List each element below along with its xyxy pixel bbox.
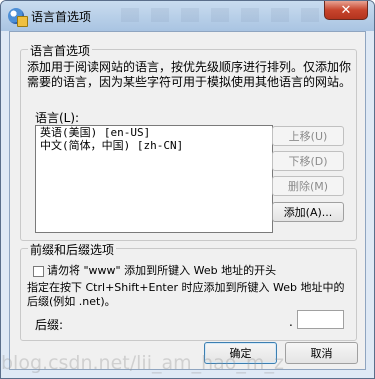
prefix-suffix-group: 前缀和后缀选项 请勿将 "www" 添加到所键入 Web 地址的开头 指定在按下…: [20, 241, 357, 341]
no-www-checkbox[interactable]: [33, 266, 44, 277]
no-www-checkbox-label[interactable]: 请勿将 "www" 添加到所键入 Web 地址的开头: [47, 263, 352, 278]
list-item[interactable]: 英语(美国) [en-US]: [36, 126, 272, 139]
ok-button[interactable]: 确定: [204, 342, 277, 364]
close-icon: ✕: [340, 2, 352, 18]
language-preferences-group: 语言首选项 添加用于阅读网站的语言，按优先级顺序进行排列。仅添加你需要的语言，因…: [20, 42, 357, 241]
internet-options-icon: [8, 8, 28, 27]
close-button[interactable]: ✕: [324, 1, 368, 20]
language-description: 添加用于阅读网站的语言，按优先级顺序进行排列。仅添加你需要的语言，因为某些字符可…: [27, 60, 352, 89]
suffix-label: 后缀:: [35, 318, 64, 332]
background-window-blur: [121, 8, 321, 22]
remove-button[interactable]: 删除(M): [272, 176, 344, 196]
suffix-input[interactable]: [297, 310, 344, 329]
list-item[interactable]: 中文(简体，中国) [zh-CN]: [36, 139, 272, 152]
language-list[interactable]: 英语(美国) [en-US] 中文(简体，中国) [zh-CN]: [35, 125, 273, 233]
add-language-button[interactable]: 添加(A)...: [272, 202, 344, 222]
language-list-label: 语言(L):: [35, 111, 80, 125]
suffix-dot: .: [289, 315, 293, 329]
dialog-body: 语言首选项 添加用于阅读网站的语言，按优先级顺序进行排列。仅添加你需要的语言，因…: [9, 31, 366, 370]
move-up-button[interactable]: 上移(U): [272, 126, 344, 146]
language-preferences-dialog: 语言首选项 ✕ 语言首选项 添加用于阅读网站的语言，按优先级顺序进行排列。仅添加…: [0, 0, 375, 379]
title-bar[interactable]: 语言首选项 ✕: [1, 1, 374, 31]
suffix-description: 指定在按下 Ctrl+Shift+Enter 时应添加到所键入 Web 地址中的…: [27, 281, 345, 308]
window-title: 语言首选项: [31, 10, 92, 24]
cancel-button[interactable]: 取消: [285, 342, 358, 364]
move-down-button[interactable]: 下移(D): [272, 151, 344, 171]
prefix-group-title: 前缀和后缀选项: [28, 241, 117, 258]
language-group-title: 语言首选项: [28, 42, 93, 59]
